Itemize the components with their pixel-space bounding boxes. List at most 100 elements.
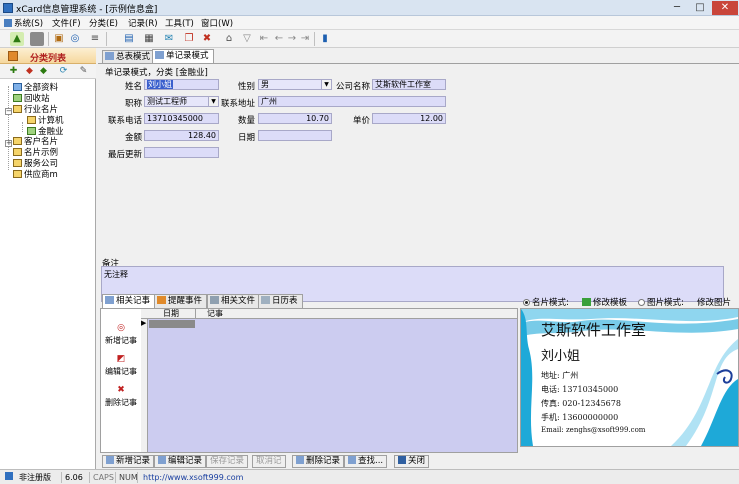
address-field[interactable]: 广州 [258,96,446,107]
name-field[interactable]: 刘小姐 [144,79,219,90]
notes-actions: ◎ 新增记事 ◩ 编辑记事 ✖ 删除记事 [101,309,141,452]
status-version: 6.06 [62,472,90,483]
tab-related-notes[interactable]: 相关记事 [102,294,156,308]
tree-collapse-icon[interactable]: − [5,108,12,115]
tree-item-all[interactable]: 全部资料 [13,83,58,94]
updated-field[interactable] [144,147,219,158]
delete-record-button[interactable]: 删除记录 [292,455,345,468]
minimize-button[interactable]: ─ [666,1,688,15]
edit-note-button[interactable]: ◩ 编辑记事 [101,355,141,377]
date-field[interactable] [258,130,332,141]
tab-calendar[interactable]: 日历表 [258,294,303,308]
card-name: 刘小姐 [541,349,581,364]
card-mode-label: 名片模式: [532,298,569,308]
folder-icon [13,159,22,167]
menu-window[interactable]: 窗口(W) [201,17,233,29]
image-mode-radio[interactable]: 图片模式: [638,296,684,308]
tab-table-mode[interactable]: 总表模式 [102,50,156,64]
column-date[interactable]: 日期 [163,309,179,319]
menu-category[interactable]: 分类(E) [89,17,118,29]
find-button[interactable]: 查找... [344,455,388,468]
close-panel-button[interactable]: 关闭 [394,455,430,468]
category-panel-title: 分类列表 [30,54,67,64]
column-note[interactable]: 记事 [207,309,223,319]
tree-item-label: 行业名片 [24,105,59,115]
amount-field[interactable]: 128.40 [144,130,219,141]
delete-note-button[interactable]: ✖ 删除记事 [101,386,141,408]
updated-label: 最后更新 [107,150,142,160]
cards-icon[interactable]: ▤ [122,32,136,46]
title-label: 职称 [124,99,142,109]
next-record-icon[interactable]: → [285,32,299,46]
selected-cell[interactable] [149,320,195,328]
company-field[interactable]: 艾斯软件工作室 [372,79,446,90]
notes-panel: ◎ 新增记事 ◩ 编辑记事 ✖ 删除记事 日期 记事 ▶ [100,308,518,453]
tab-related-files[interactable]: 相关文件 [207,294,261,308]
close-door-icon [398,456,406,464]
button-label: 关闭 [408,456,426,466]
move-category-icon[interactable]: ◆ [38,66,49,77]
record-button-bar: 新增记录 编辑记录 保存记录 取消记 删除记录 查找... 关闭 [98,455,739,469]
tree-item-samples[interactable]: 名片示例 [13,148,58,159]
menu-file[interactable]: 文件(F) [52,17,81,29]
menu-tools[interactable]: 工具(T) [165,17,194,29]
print-icon[interactable]: ▣ [52,32,66,46]
tab-label: 相关文件 [221,296,256,306]
refresh-icon[interactable]: ⟳ [58,66,69,77]
new-record-button[interactable]: 新增记录 [102,455,155,468]
last-record-icon[interactable]: ⇥ [298,32,312,46]
open-icon[interactable]: ▲ [10,32,24,46]
tree-item-industry[interactable]: 行业名片 [13,105,58,116]
properties-icon[interactable]: ✎ [78,66,89,77]
qty-label: 数量 [237,116,255,126]
address-label: 联系地址 [220,99,255,109]
tree-item-computer[interactable]: 计算机 [27,116,64,127]
save-record-button[interactable]: 保存记录 [206,455,249,468]
edit-record-button[interactable]: 编辑记录 [154,455,207,468]
save-icon[interactable] [30,32,44,46]
lock-icon[interactable]: ⌂ [222,32,236,46]
first-record-icon[interactable]: ⇤ [257,32,271,46]
maximize-button[interactable]: □ [689,1,711,15]
filter-icon[interactable]: ▽ [240,32,254,46]
tree-item-suppliers[interactable]: 供应商m [13,170,58,181]
menu-system[interactable]: 系统(S) [4,17,43,29]
phone-field[interactable]: 13710345000 [144,113,219,124]
tree-item-service[interactable]: 服务公司 [13,159,58,170]
edit-template-button[interactable]: 修改模板 [582,296,627,308]
tree-item-customers[interactable]: 客户名片 [13,137,58,148]
prev-record-icon[interactable]: ← [272,32,286,46]
price-label: 单价 [352,116,370,126]
folder-open-icon [27,127,36,135]
card-fax: 传真: 020-12345678 [541,399,621,408]
cancel-record-button[interactable]: 取消记 [252,455,286,468]
status-url[interactable]: http://www.xsoft999.com [140,472,300,483]
menu-record[interactable]: 记录(R) [128,17,158,29]
price-field[interactable]: 12.00 [372,113,446,124]
image-icon[interactable]: ▦ [142,32,156,46]
gender-select[interactable]: 男 ▼ [258,79,332,90]
tree-item-recycle[interactable]: 回收站 [13,94,50,105]
card-mode-radio[interactable]: 名片模式: [523,296,569,308]
gender-value: 男 [261,80,269,89]
mail-icon[interactable]: ✉ [162,32,176,46]
book-icon[interactable]: ▮ [318,32,332,46]
copy-icon[interactable]: ❐ [182,32,196,46]
add-note-button[interactable]: ◎ 新增记事 [101,324,141,346]
edit-category-icon[interactable]: ◆ [24,66,35,77]
tab-reminders[interactable]: 提醒事件 [154,294,208,308]
notes-grid[interactable]: 日期 记事 ▶ [141,309,517,452]
tab-single-mode[interactable]: 单记录模式 [152,49,214,64]
new-category-icon[interactable]: ✚ [8,66,19,77]
record-form: 单记录模式，分类 [金融业] 姓名 刘小姐 性别 男 ▼ 公司名称 艾斯软件工作室… [98,63,739,302]
title-select[interactable]: 测试工程师 ▼ [144,96,219,107]
delete-icon[interactable]: ✖ [200,32,214,46]
qty-field[interactable]: 10.70 [258,113,332,124]
chevron-down-icon: ▼ [208,97,218,106]
close-button[interactable]: ✕ [712,1,738,15]
edit-image-button[interactable]: 修改图片 [697,296,731,308]
list-icon[interactable]: ≡ [88,32,102,46]
tree-expand-icon[interactable]: + [5,140,12,147]
card-phone: 电话: 13710345000 [541,385,619,394]
find-icon[interactable]: ◎ [68,32,82,46]
